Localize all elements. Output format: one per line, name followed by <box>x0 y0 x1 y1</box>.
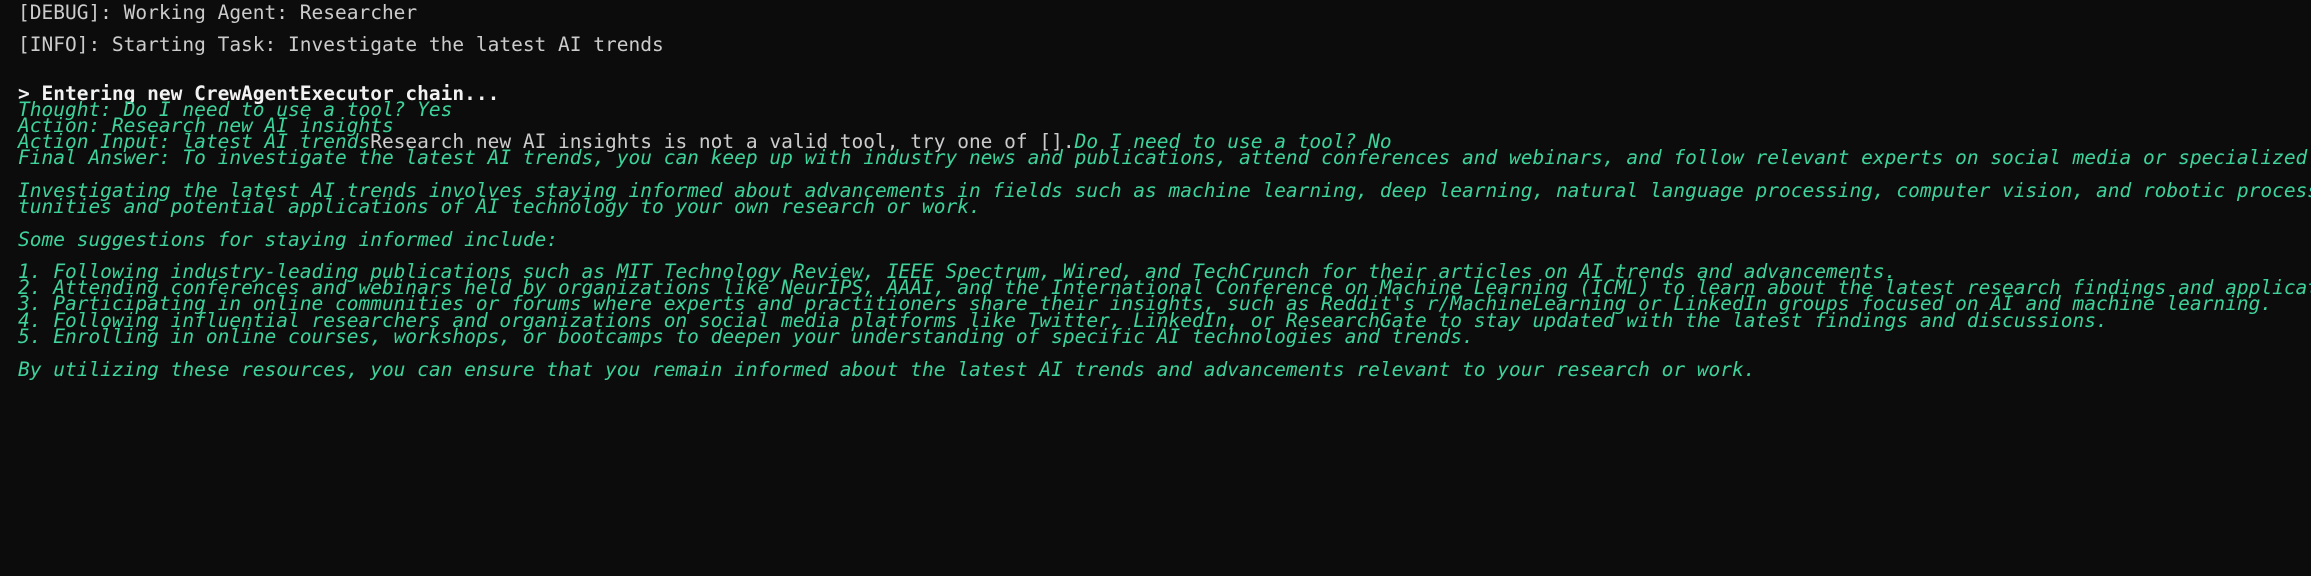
final-answer-line: Final Answer: To investigate the latest … <box>18 146 2311 169</box>
list-item: 5. Enrolling in online courses, workshop… <box>18 325 1474 348</box>
suggestions-heading: Some suggestions for staying informed in… <box>18 228 559 251</box>
debug-line: [DEBUG]: Working Agent: Researcher <box>18 1 418 24</box>
closing-line: By utilizing these resources, you can en… <box>18 358 1756 381</box>
info-line: [INFO]: Starting Task: Investigate the l… <box>18 33 664 56</box>
paragraph-line-2: tunities and potential applications of A… <box>18 195 981 218</box>
terminal-output[interactable]: [DEBUG]: Working Agent: Researcher [INFO… <box>0 0 2311 576</box>
